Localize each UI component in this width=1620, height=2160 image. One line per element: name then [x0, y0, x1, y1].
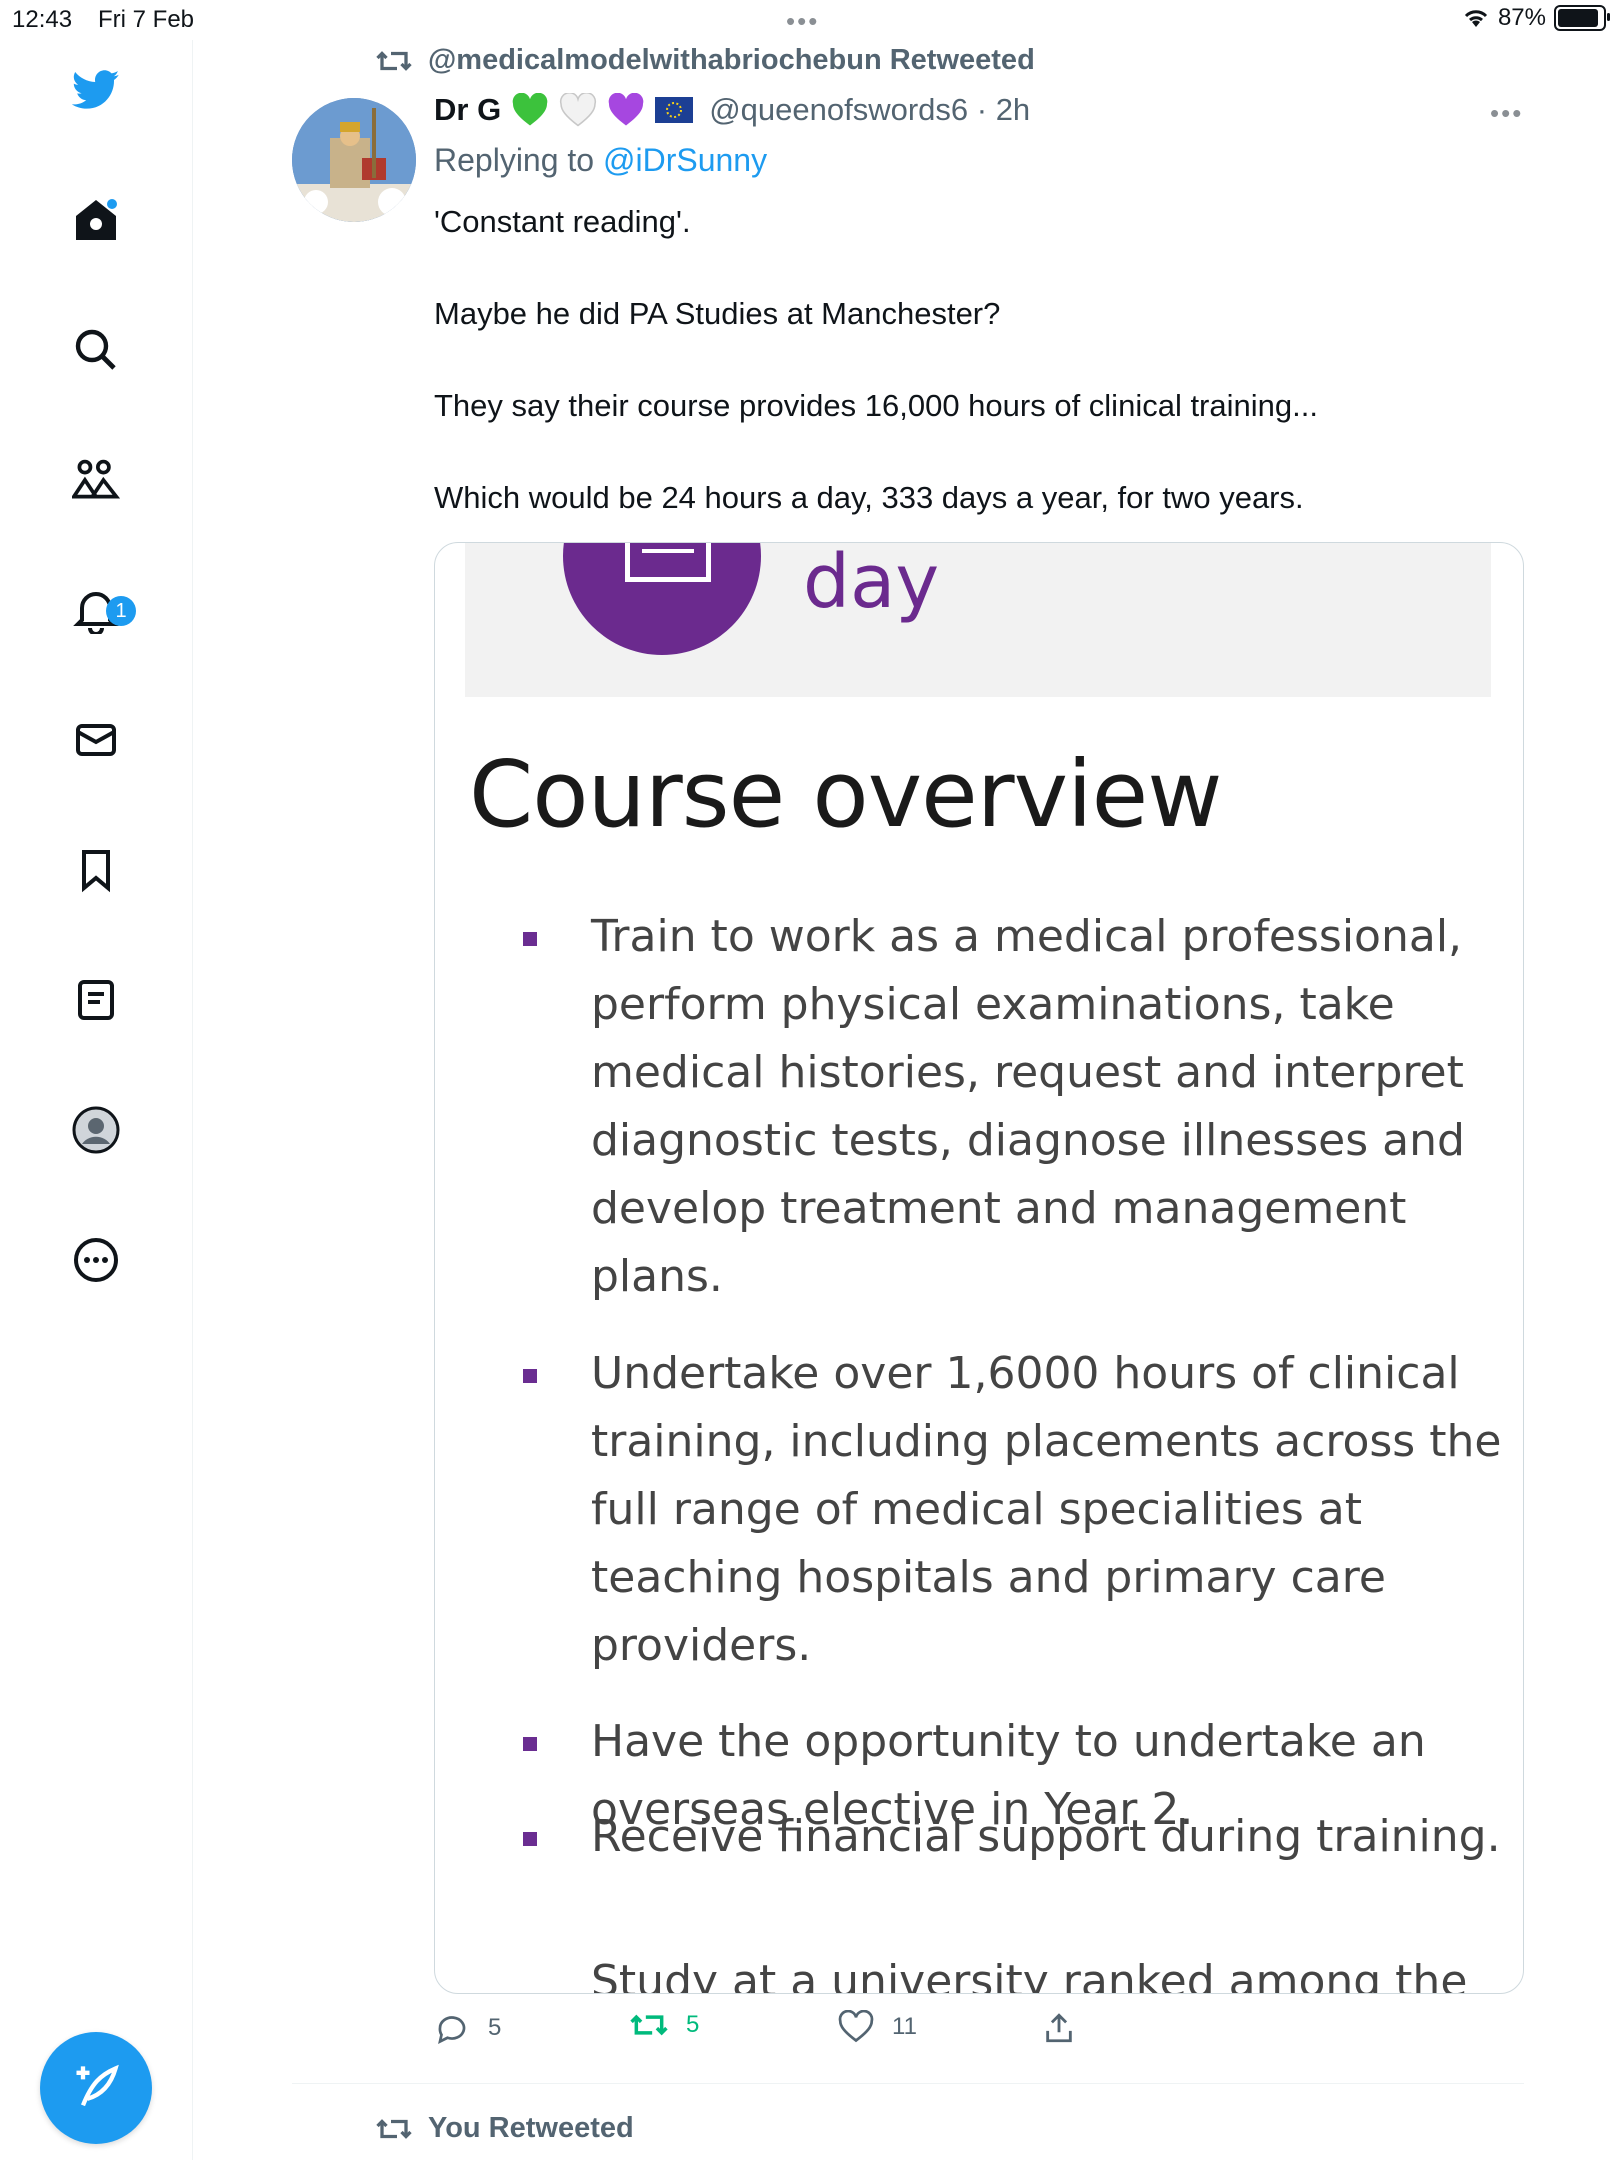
profile-icon[interactable] — [72, 1106, 120, 1154]
search-icon[interactable] — [72, 326, 120, 374]
replying-to-link[interactable]: @iDrSunny — [603, 142, 767, 178]
replying-prefix: Replying to — [434, 142, 603, 178]
bullet-square — [523, 1737, 537, 1751]
author-name[interactable]: Dr G — [434, 92, 501, 128]
bullet-square — [523, 1832, 537, 1846]
bookmark-icon[interactable] — [72, 846, 120, 894]
cut-off-text: Study at a university ranked among the — [591, 1956, 1468, 1994]
status-right: 87% — [1462, 4, 1610, 32]
green-heart-icon — [512, 93, 548, 126]
tweet-more-icon[interactable]: ••• — [1490, 98, 1523, 129]
retweet-icon — [376, 2118, 412, 2139]
avatar[interactable] — [292, 98, 416, 222]
list-item: Train to work as a medical professional,… — [523, 903, 1503, 1311]
author-line: Dr G @queenofswords6 · 2h — [434, 92, 1030, 128]
retweeted-by-line[interactable]: @medicalmodelwithabriochebun Retweeted — [376, 44, 1035, 77]
status-time: 12:43 — [12, 6, 73, 33]
media-heading: Course overview — [469, 741, 1222, 848]
retweeted-by-text: @medicalmodelwithabriochebun Retweeted — [428, 44, 1035, 76]
home-icon[interactable] — [72, 196, 120, 244]
twitter-bird-icon[interactable] — [72, 66, 120, 114]
you-retweeted-text: You Retweeted — [428, 2112, 634, 2144]
tweet-text-line: They say their course provides 16,000 ho… — [434, 388, 1318, 423]
calendar-circle — [563, 543, 761, 655]
battery-icon — [1554, 5, 1610, 31]
like-button[interactable]: 11 — [838, 2010, 917, 2044]
share-icon — [1046, 2013, 1072, 2043]
heart-icon — [838, 2010, 874, 2043]
tweet-actions: 5 5 11 — [434, 2010, 1524, 2060]
list-item: Receive financial support during trainin… — [523, 1803, 1503, 1871]
battery-percent: 87% — [1497, 4, 1546, 31]
messages-icon[interactable] — [72, 716, 120, 764]
tweet-text-line: 'Constant reading'. — [434, 204, 691, 239]
eu-flag-icon — [655, 97, 694, 123]
share-button[interactable] — [1042, 2010, 1076, 2046]
like-count: 11 — [892, 2013, 917, 2040]
wifi-icon — [1464, 10, 1488, 27]
compose-button[interactable] — [40, 2032, 152, 2144]
media-banner: day — [465, 543, 1491, 697]
bullet-square — [523, 932, 537, 946]
tweet-text-line: Which would be 24 hours a day, 333 days … — [434, 480, 1304, 515]
reply-button[interactable]: 5 — [434, 2010, 501, 2046]
compose-icon — [76, 2064, 119, 2107]
reply-count: 5 — [488, 2014, 502, 2041]
list-item: Undertake over 1,6000 hours of clinical … — [523, 1340, 1503, 1680]
reply-icon — [438, 2016, 466, 2044]
white-heart-icon — [560, 93, 597, 127]
multitasking-dots-icon[interactable]: ••• — [786, 6, 819, 37]
status-date: Fri 7 Feb — [98, 6, 195, 33]
more-icon[interactable] — [72, 1236, 120, 1284]
retweet-button[interactable]: 5 — [630, 2010, 699, 2040]
status-bar: 12:43 Fri 7 Feb ••• 87% — [0, 0, 1620, 40]
retweet-icon — [376, 50, 412, 71]
you-retweeted-line[interactable]: You Retweeted — [376, 2112, 634, 2145]
handle-and-time[interactable]: @queenofswords6 · 2h — [709, 92, 1030, 128]
bullet-text: Receive financial support during trainin… — [591, 1811, 1501, 1862]
calendar-icon — [625, 543, 711, 582]
retweet-count: 5 — [686, 2011, 700, 2038]
tweet-media-image[interactable]: day Course overview Train to work as a m… — [434, 542, 1524, 1994]
bullet-text: Undertake over 1,6000 hours of clinical … — [591, 1348, 1502, 1671]
tweet-divider — [292, 2083, 1524, 2084]
communities-icon[interactable] — [72, 456, 120, 504]
notification-badge: 1 — [106, 596, 136, 626]
tweet-text-line: Maybe he did PA Studies at Manchester? — [434, 296, 1001, 331]
sidebar: 1 — [0, 40, 193, 2160]
bullet-square — [523, 1369, 537, 1383]
lists-icon[interactable] — [72, 976, 120, 1024]
retweet-icon — [630, 2014, 668, 2036]
purple-heart-icon — [608, 93, 644, 126]
bullet-text: Train to work as a medical professional,… — [591, 911, 1465, 1302]
replying-to-line: Replying to @iDrSunny — [434, 142, 767, 179]
banner-text: day — [803, 542, 940, 625]
